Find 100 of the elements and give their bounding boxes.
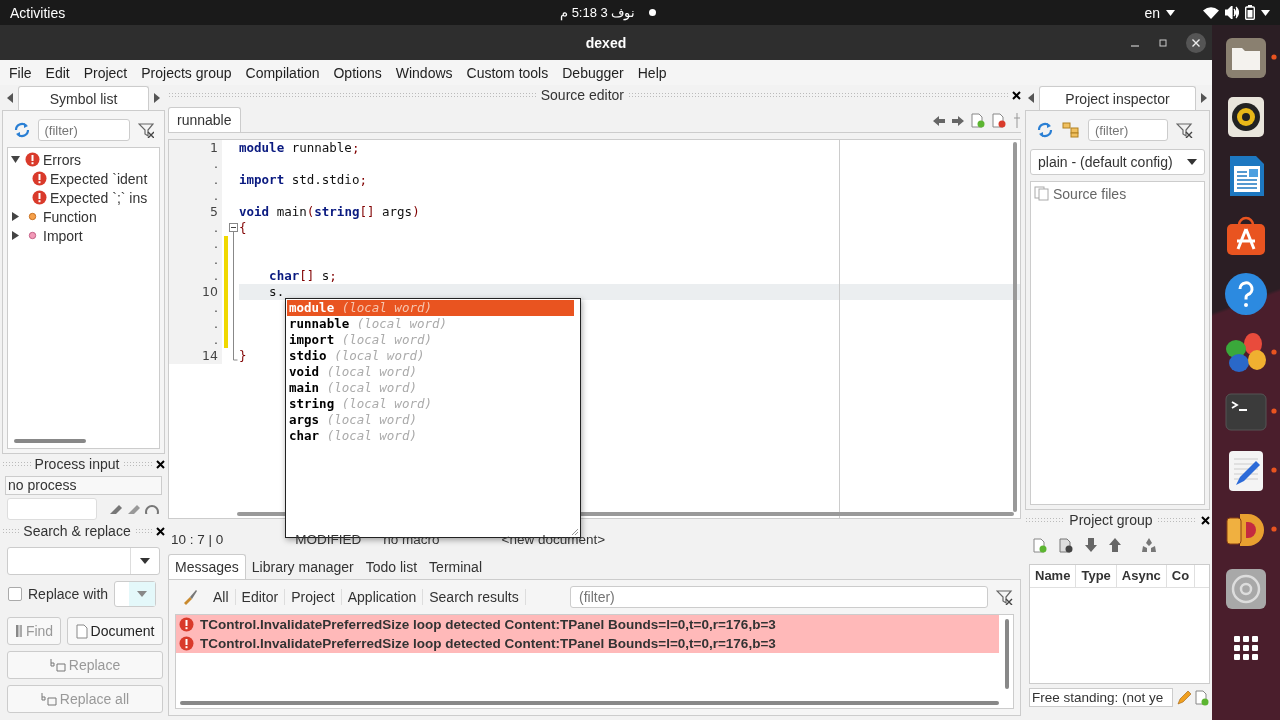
completion-item[interactable]: runnable (local word) bbox=[287, 316, 574, 332]
column-header[interactable]: Type bbox=[1076, 565, 1117, 587]
clear-filter-icon[interactable] bbox=[1176, 122, 1194, 138]
move-up-icon[interactable] bbox=[1109, 538, 1121, 552]
editor-tab[interactable]: runnable bbox=[168, 107, 241, 132]
menu-item[interactable]: Compilation bbox=[238, 64, 327, 81]
menu-item[interactable]: Project bbox=[76, 64, 135, 81]
panel-tab[interactable]: Library manager bbox=[245, 555, 360, 579]
scroll-right-icon[interactable] bbox=[1200, 92, 1208, 103]
clear-filter-icon[interactable] bbox=[996, 589, 1014, 605]
new-document-icon[interactable] bbox=[1195, 689, 1209, 706]
close-icon[interactable] bbox=[1012, 90, 1021, 100]
filter-field[interactable]: (filter) bbox=[570, 586, 988, 608]
scroll-left-icon[interactable] bbox=[6, 92, 14, 103]
checkbox-label[interactable]: Replace with bbox=[28, 586, 109, 602]
clear-filter-icon[interactable] bbox=[137, 122, 154, 138]
battery-icon[interactable] bbox=[1245, 5, 1255, 20]
folder-icon[interactable] bbox=[1224, 35, 1268, 80]
flower-icon[interactable] bbox=[1224, 330, 1268, 375]
message-row[interactable]: TControl.InvalidatePreferredSize loop detected Content:TPanel Bounds=l=0,t=0,r=176,b=3 bbox=[176, 615, 999, 634]
button[interactable]: Document bbox=[67, 617, 163, 645]
language-indicator[interactable]: en bbox=[1144, 4, 1160, 21]
config-dropdown[interactable]: plain - (default config) bbox=[1030, 149, 1205, 175]
filter-button[interactable]: Project bbox=[285, 589, 342, 605]
refresh-icon[interactable] bbox=[1036, 122, 1054, 138]
expander-icon[interactable] bbox=[11, 231, 20, 240]
panel-tab[interactable]: Symbol list bbox=[18, 85, 149, 110]
activities-button[interactable]: Activities bbox=[10, 4, 66, 21]
new-document-icon[interactable] bbox=[971, 113, 985, 128]
expander-icon[interactable] bbox=[11, 155, 20, 164]
pencil-icon[interactable] bbox=[1176, 689, 1192, 706]
panel-tab[interactable]: Project inspector bbox=[1039, 85, 1196, 110]
completion-item[interactable]: import (local word) bbox=[287, 332, 574, 348]
scrollbar[interactable] bbox=[1005, 619, 1009, 689]
completion-item[interactable]: stdio (local word) bbox=[287, 348, 574, 364]
tree-item[interactable]: Expected `ident bbox=[50, 170, 148, 187]
pen-icon[interactable] bbox=[127, 504, 141, 514]
input-field[interactable] bbox=[7, 498, 97, 520]
filter-button[interactable]: Search results bbox=[423, 589, 526, 605]
clock[interactable]: نوف 3 5:18 م bbox=[560, 5, 636, 20]
menu-item[interactable]: Projects group bbox=[134, 64, 239, 81]
column-header[interactable]: Name bbox=[1030, 565, 1077, 587]
remove-project-icon[interactable] bbox=[1059, 537, 1073, 553]
close-icon[interactable] bbox=[156, 526, 165, 536]
close-icon[interactable] bbox=[156, 459, 165, 469]
caret-icon[interactable] bbox=[1261, 9, 1270, 16]
menu-item[interactable]: Windows bbox=[388, 64, 460, 81]
menu-item[interactable]: Edit bbox=[38, 64, 77, 81]
menu-item[interactable]: Help bbox=[630, 64, 674, 81]
stop-icon[interactable] bbox=[145, 504, 159, 514]
filter-field[interactable]: (filter) bbox=[1088, 119, 1168, 141]
tree-item[interactable]: Function bbox=[43, 208, 97, 225]
send-icon[interactable] bbox=[109, 504, 123, 514]
checkbox[interactable] bbox=[8, 587, 22, 601]
completion-item[interactable]: char (local word) bbox=[287, 428, 574, 444]
menu-item[interactable]: Custom tools bbox=[459, 64, 556, 81]
volume-icon[interactable] bbox=[1225, 6, 1239, 19]
tree-item[interactable]: Source files bbox=[1053, 185, 1127, 202]
add-project-icon[interactable] bbox=[1033, 537, 1047, 553]
menu-item[interactable]: File bbox=[2, 64, 39, 81]
completion-item[interactable]: main (local word) bbox=[287, 380, 574, 396]
folder-tree-icon[interactable] bbox=[1062, 122, 1080, 138]
scrollbar[interactable] bbox=[180, 701, 999, 705]
fold-icon[interactable] bbox=[229, 220, 238, 236]
completion-item[interactable]: module (local word) bbox=[287, 300, 574, 316]
filter-field[interactable]: (filter) bbox=[37, 119, 130, 141]
tree-item[interactable]: Expected `;` ins bbox=[50, 189, 148, 206]
menu-item[interactable]: Debugger bbox=[555, 64, 631, 81]
tree-item[interactable]: Errors bbox=[43, 151, 82, 168]
completion-item[interactable]: string (local word) bbox=[287, 396, 574, 412]
scrollbar[interactable] bbox=[14, 439, 86, 443]
replace-combo[interactable] bbox=[114, 581, 157, 607]
expander-icon[interactable] bbox=[11, 212, 20, 221]
forward-icon[interactable] bbox=[952, 115, 964, 126]
panel-tab[interactable]: Terminal bbox=[423, 555, 488, 579]
maximize-icon[interactable] bbox=[1158, 37, 1168, 48]
filter-button[interactable]: Application bbox=[341, 589, 424, 605]
message-row[interactable]: TControl.InvalidatePreferredSize loop detected Content:TPanel Bounds=l=0,t=0,r=176,b=3 bbox=[176, 634, 999, 653]
build-icon[interactable] bbox=[1141, 538, 1157, 552]
completion-item[interactable]: args (local word) bbox=[287, 412, 574, 428]
back-icon[interactable] bbox=[933, 115, 945, 126]
completion-item[interactable]: void (local word) bbox=[287, 364, 574, 380]
scroll-right-icon[interactable] bbox=[153, 92, 161, 103]
help-icon[interactable] bbox=[1224, 271, 1268, 316]
panel-tab[interactable]: Todo list bbox=[359, 555, 424, 579]
refresh-icon[interactable] bbox=[13, 122, 30, 138]
wifi-icon[interactable] bbox=[1203, 6, 1219, 19]
move-down-icon[interactable] bbox=[1085, 538, 1097, 552]
column-header[interactable]: Co bbox=[1166, 565, 1196, 587]
close-icon[interactable] bbox=[1186, 32, 1206, 53]
menu-item[interactable]: Options bbox=[326, 64, 389, 81]
close-document-icon[interactable] bbox=[992, 113, 1006, 128]
scroll-left-icon[interactable] bbox=[1027, 92, 1035, 103]
close-icon[interactable] bbox=[1201, 515, 1210, 525]
tree-item[interactable]: Import bbox=[43, 227, 83, 244]
filter-button[interactable]: All bbox=[207, 589, 236, 605]
filter-button[interactable]: Editor bbox=[235, 589, 286, 605]
column-header[interactable]: Async bbox=[1116, 565, 1167, 587]
panel-tab[interactable]: Messages bbox=[168, 554, 246, 579]
scrollbar[interactable] bbox=[1013, 142, 1017, 512]
